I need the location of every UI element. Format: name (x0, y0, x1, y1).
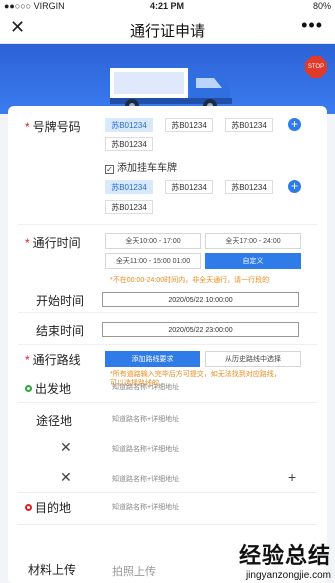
hero-banner: STOP (0, 44, 335, 114)
destination-label: 目的地 (25, 499, 71, 516)
page-title: 通行证申请 (129, 23, 205, 40)
time-slot-option[interactable]: 全天17:00 - 24:00 (205, 233, 301, 249)
remove-waypoint-icon[interactable]: ✕ (60, 439, 72, 456)
application-form: * 号牌号码 苏B01234 苏B01234 苏B01234 + 苏B01234 … (8, 106, 327, 583)
start-time-label: 开始时间 (36, 294, 85, 308)
clock-text: 4:21 PM (150, 1, 185, 11)
divider (18, 224, 317, 225)
add-trailer-plate-icon[interactable]: + (288, 180, 301, 193)
trailer-checkbox[interactable]: ✓ 添加挂车车牌 (105, 159, 177, 174)
stop-sign-icon: STOP (305, 56, 327, 78)
origin-label: 出发地 (25, 380, 71, 397)
origin-dot-icon (25, 385, 32, 392)
upload-button[interactable]: 拍照上传 (112, 563, 156, 579)
time-slot-option[interactable]: 全天11:00 - 15:00 01:00 (105, 253, 201, 269)
history-route-button[interactable]: 从历史路线中选择 (205, 351, 301, 367)
nav-bar: ✕ 通行证申请 ••• (0, 12, 335, 44)
status-bar: ●●○○○ VIRGIN 4:21 PM 80% (0, 0, 335, 12)
end-time-label: 结束时间 (36, 324, 85, 338)
time-label: * 通行时间 (25, 236, 81, 250)
trailer-plate-chip[interactable]: 苏B01234 (105, 180, 153, 194)
watermark-url: jingyanzongjie.com (245, 570, 331, 581)
start-time-field[interactable]: 2020/05/22 10:00:00 (102, 292, 299, 307)
more-icon[interactable]: ••• (301, 15, 323, 36)
waypoint-label: 途径地 (36, 414, 73, 428)
checkbox-icon[interactable]: ✓ (105, 165, 114, 174)
divider (18, 312, 317, 313)
destination-input[interactable]: 知道路名称+详细地址 (112, 502, 179, 512)
add-route-button[interactable]: 添加路线要求 (105, 351, 200, 367)
trailer-plate-chip[interactable]: 苏B01234 (105, 200, 153, 214)
watermark: 经验总结 jingyanzongjie.com (239, 538, 331, 581)
remove-waypoint-icon[interactable]: ✕ (60, 469, 72, 486)
divider (18, 344, 317, 345)
trailer-plate-chip[interactable]: 苏B01234 (165, 180, 213, 194)
waypoint-input[interactable]: 知道路名称+详细地址 (112, 414, 179, 424)
time-warning: *不在00:00-24:00时间内，非全天通行，请一行段的 (110, 277, 270, 284)
origin-input[interactable]: 知道路名称+详细地址 (112, 382, 179, 392)
custom-time-button[interactable]: 自定义 (205, 253, 301, 269)
trailer-plate-chip[interactable]: 苏B01234 (225, 180, 273, 194)
destination-dot-icon (25, 504, 32, 511)
upload-label: 材料上传 (28, 563, 77, 577)
plate-label: * 号牌号码 (25, 120, 81, 134)
end-time-field[interactable]: 2020/05/22 23:00:00 (102, 322, 299, 337)
divider (18, 524, 317, 525)
plate-chip[interactable]: 苏B01234 (225, 118, 273, 132)
add-waypoint-icon[interactable]: + (288, 469, 296, 485)
battery-text: 80% (312, 1, 331, 11)
waypoint-input[interactable]: 知道路名称+详细地址 (112, 444, 179, 454)
truck-illustration (110, 68, 232, 113)
watermark-title: 经验总结 (238, 543, 331, 568)
add-plate-icon[interactable]: + (288, 118, 301, 131)
carrier-text: ●●○○○ VIRGIN (4, 1, 65, 11)
plate-chip[interactable]: 苏B01234 (105, 137, 153, 151)
divider (18, 492, 317, 493)
route-label: * 通行路线 (25, 353, 81, 367)
plate-chip[interactable]: 苏B01234 (165, 118, 213, 132)
waypoint-input[interactable]: 知道路名称+详细地址 (112, 474, 179, 484)
divider (18, 402, 317, 403)
time-slot-option[interactable]: 全天10:00 - 17:00 (105, 233, 201, 249)
plate-chip[interactable]: 苏B01234 (105, 118, 153, 132)
